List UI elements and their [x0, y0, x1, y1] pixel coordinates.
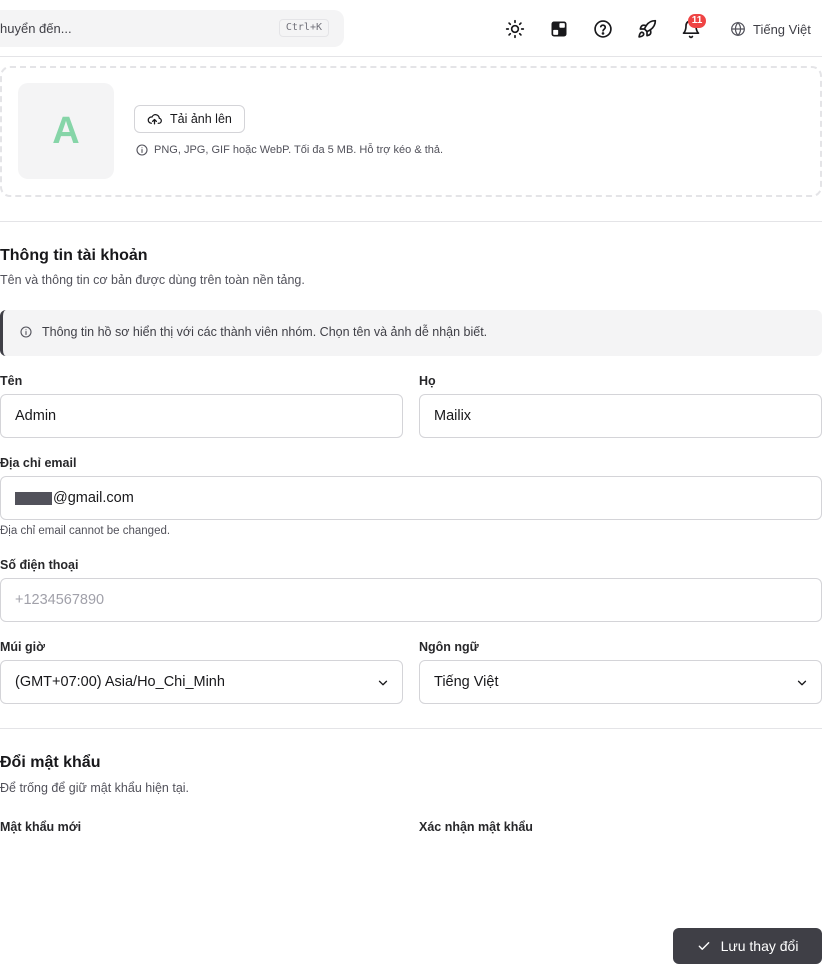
language-value: Tiếng Việt [434, 674, 499, 690]
first-name-value: Admin [15, 408, 57, 424]
top-bar: huyển đến... Ctrl+K 11 Tiếng Việt [0, 0, 822, 57]
phone-label: Số điện thoại [0, 558, 79, 572]
layout-icon[interactable] [547, 17, 571, 41]
timezone-label: Múi giờ [0, 640, 45, 654]
language-switcher[interactable]: Tiếng Việt [730, 18, 811, 40]
first-name-input[interactable]: Admin [0, 394, 403, 438]
phone-placeholder: +1234567890 [15, 592, 105, 608]
email-field[interactable]: @gmail.com [0, 476, 822, 520]
new-password-label: Mật khẩu mới [0, 820, 82, 834]
account-section-title: Thông tin tài khoản [0, 247, 148, 264]
info-icon [136, 144, 148, 156]
first-name-label: Tên [0, 374, 23, 388]
confirm-password-label: Xác nhận mật khẩu [419, 820, 533, 834]
redacted-email-user [15, 491, 52, 505]
search-bar[interactable]: huyển đến... Ctrl+K [0, 10, 344, 47]
last-name-input[interactable]: Mailix [419, 394, 822, 438]
chevron-down-icon [378, 680, 388, 686]
upload-avatar-button[interactable]: Tải ảnh lên [134, 105, 245, 133]
phone-input[interactable]: +1234567890 [0, 578, 822, 622]
email-help-text: Địa chỉ email cannot be changed. [0, 525, 171, 537]
info-banner-text: Thông tin hồ sơ hiển thị với các thành v… [42, 325, 488, 339]
save-button-label: Lưu thay đổi [720, 938, 799, 954]
language-switcher-label: Tiếng Việt [753, 21, 811, 37]
info-banner: Thông tin hồ sơ hiển thị với các thành v… [0, 310, 822, 356]
language-select[interactable]: Tiếng Việt [419, 660, 822, 704]
globe-icon [731, 21, 745, 37]
chevron-down-icon [797, 680, 807, 686]
account-section-description: Tên và thông tin cơ bản được dùng trên t… [0, 273, 305, 287]
search-shortcut-badge: Ctrl+K [278, 19, 329, 37]
password-section-description: Để trống để giữ mật khẩu hiện tại. [0, 781, 190, 795]
last-name-value: Mailix [434, 408, 472, 424]
check-icon [698, 942, 709, 950]
email-value: @gmail.com [53, 490, 134, 506]
section-divider [0, 728, 822, 729]
help-circle-icon[interactable] [591, 17, 615, 41]
last-name-label: Họ [419, 374, 436, 388]
avatar-initial: A [52, 109, 80, 152]
cloud-upload-icon [147, 113, 162, 124]
upload-avatar-label: Tải ảnh lên [170, 112, 232, 126]
section-divider [0, 221, 822, 222]
timezone-select[interactable]: (GMT+07:00) Asia/Ho_Chi_Minh [0, 660, 403, 704]
language-label: Ngôn ngữ [419, 640, 479, 654]
upload-hint: PNG, JPG, GIF hoặc WebP. Tối đa 5 MB. Hỗ… [136, 144, 443, 156]
timezone-value: (GMT+07:00) Asia/Ho_Chi_Minh [15, 674, 225, 690]
avatar: A [18, 83, 114, 179]
notification-count-badge: 11 [688, 14, 706, 28]
search-placeholder: huyển đến... [0, 21, 72, 36]
save-button[interactable]: Lưu thay đổi [673, 928, 822, 964]
email-label: Địa chỉ email [0, 456, 77, 470]
upload-hint-text: PNG, JPG, GIF hoặc WebP. Tối đa 5 MB. Hỗ… [154, 144, 444, 156]
password-section-title: Đổi mật khẩu [0, 754, 101, 771]
info-icon [20, 326, 32, 338]
avatar-dropzone[interactable]: A Tải ảnh lên PNG, JPG, GIF hoặc WebP. T… [0, 66, 822, 197]
rocket-icon[interactable] [635, 17, 659, 41]
sun-icon[interactable] [503, 17, 527, 41]
